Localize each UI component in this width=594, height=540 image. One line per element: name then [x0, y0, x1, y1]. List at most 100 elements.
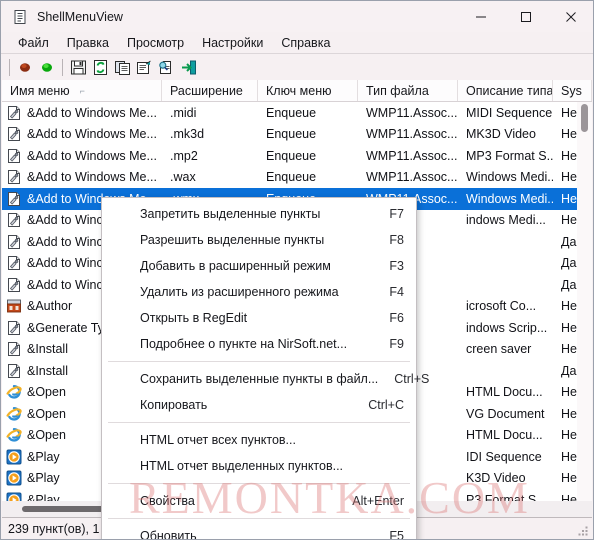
cell-text: Не	[561, 492, 577, 501]
cell-text: Да	[561, 363, 577, 378]
cell-text: WMP11.Assoc...	[366, 105, 458, 120]
column-label: Имя меню	[10, 83, 70, 98]
cell-text: Enqueue	[266, 127, 317, 142]
context-menu-item[interactable]: Добавить в расширенный режим F3	[102, 253, 416, 279]
table-cell-ext: .midi	[162, 106, 258, 120]
menu-help[interactable]: Справка	[272, 34, 339, 52]
cell-text: &Add to Windows Me...	[27, 105, 157, 120]
context-menu-item[interactable]: Свойства Alt+Enter	[102, 488, 416, 514]
media-play-icon	[6, 470, 22, 486]
cell-text: .mk3d	[170, 127, 205, 142]
cell-text: Да	[561, 277, 577, 292]
cell-text: Не	[561, 170, 577, 185]
table-cell-desc: MIDI Sequence	[458, 106, 553, 120]
cell-text: MK3D Video	[466, 127, 536, 142]
cell-text: &Add to Winc	[27, 234, 103, 249]
vertical-scrollbar-thumb[interactable]	[581, 104, 588, 132]
maximize-button[interactable]	[503, 1, 548, 32]
cell-text: indows Medi...	[466, 213, 546, 228]
table-cell-name: &Add to Windows Me...	[2, 105, 162, 121]
cell-text: Windows Medi...	[466, 191, 553, 206]
context-menu-item-accelerator: F9	[389, 337, 404, 351]
refresh-button[interactable]	[89, 57, 111, 77]
table-cell-desc: icrosoft Co...	[458, 299, 553, 313]
cell-text: Не	[561, 148, 577, 163]
menu-options[interactable]: Настройки	[193, 34, 272, 52]
context-menu-item[interactable]: Копировать Ctrl+C	[102, 392, 416, 418]
table-cell-key: Enqueue	[258, 106, 358, 120]
exit-button[interactable]	[177, 57, 199, 77]
properties-icon	[136, 59, 153, 76]
listview-header: Имя меню ⌐ Расширение Ключ меню Тип файл…	[2, 80, 592, 102]
column-header-sys[interactable]: Sys	[553, 80, 592, 101]
context-menu-item-accelerator: F3	[389, 259, 404, 273]
cell-text: &Install	[27, 363, 68, 378]
cell-text: Windows Medi...	[466, 170, 553, 185]
script-file-icon	[6, 234, 22, 250]
cell-text: Не	[561, 320, 577, 335]
cell-text: &Add to Windows Me...	[27, 127, 157, 142]
column-header-extension[interactable]: Расширение	[162, 80, 258, 101]
cell-text: creen saver	[466, 342, 532, 357]
script-file-icon	[6, 191, 22, 207]
cell-text: HTML Docu...	[466, 385, 543, 400]
menu-view[interactable]: Просмотр	[118, 34, 193, 52]
minimize-button[interactable]	[458, 1, 503, 32]
context-menu-item-label: Удалить из расширенного режима	[140, 285, 339, 299]
table-cell-filetype: WMP11.Assoc...	[358, 127, 458, 141]
table-cell-ext: .mp2	[162, 149, 258, 163]
properties-button[interactable]	[133, 57, 155, 77]
column-header-type-description[interactable]: Описание типа	[458, 80, 553, 101]
save-button[interactable]	[67, 57, 89, 77]
context-menu-item[interactable]: Сохранить выделенные пункты в файл... Ctr…	[102, 366, 429, 392]
context-menu-item[interactable]: Разрешить выделенные пункты F8	[102, 227, 416, 253]
table-row[interactable]: &Add to Windows Me... .midi Enqueue WMP11.A…	[2, 102, 592, 124]
column-header-menu-key[interactable]: Ключ меню	[258, 80, 358, 101]
script-file-icon	[6, 277, 22, 293]
context-menu-item[interactable]: Запретить выделенные пункты F7	[102, 201, 416, 227]
cell-text: Не	[561, 191, 577, 206]
column-header-file-type[interactable]: Тип файла	[358, 80, 458, 101]
copy-button[interactable]	[111, 57, 133, 77]
table-row[interactable]: &Add to Windows Me... .wax Enqueue WMP11.As…	[2, 167, 592, 189]
context-menu-item[interactable]: Удалить из расширенного режима F4	[102, 279, 416, 305]
table-cell-key: Enqueue	[258, 127, 358, 141]
copy-pages-icon	[114, 59, 131, 76]
context-menu-item[interactable]: Обновить F5	[102, 523, 416, 539]
close-button[interactable]	[548, 1, 593, 32]
report-search-icon	[158, 59, 175, 76]
enable-items-button[interactable]	[36, 57, 58, 77]
menu-edit[interactable]: Правка	[58, 34, 118, 52]
context-menu-item-accelerator: F8	[389, 233, 404, 247]
table-row[interactable]: &Add to Windows Me... .mp2 Enqueue WMP11.As…	[2, 145, 592, 167]
vertical-scrollbar[interactable]	[577, 102, 592, 501]
cell-text: MIDI Sequence	[466, 105, 553, 120]
context-menu-item[interactable]: Подробнее о пункте на NirSoft.net... F9	[102, 331, 416, 357]
html-report-button[interactable]	[155, 57, 177, 77]
table-cell-name: &Add to Windows Me...	[2, 148, 162, 164]
menu-file[interactable]: Файл	[9, 34, 58, 52]
table-cell-desc: IDI Sequence	[458, 450, 553, 464]
refresh-document-icon	[92, 59, 109, 76]
table-row[interactable]: &Add to Windows Me... .mk3d Enqueue WMP11.A…	[2, 124, 592, 146]
cell-text: &Play	[27, 471, 60, 486]
resize-grip-icon[interactable]	[577, 524, 589, 536]
context-menu-item-label: Свойства	[140, 494, 195, 508]
context-menu-item[interactable]: HTML отчет выделенных пунктов...	[102, 453, 416, 479]
cell-text: K3D Video	[466, 471, 526, 486]
cell-text: Не	[561, 449, 577, 464]
script-file-icon	[6, 148, 22, 164]
cell-text: MP3 Format S...	[466, 148, 553, 163]
title-bar: ShellMenuView	[1, 1, 593, 32]
toolbar-divider-1	[62, 58, 63, 76]
context-menu-item[interactable]: HTML отчет всех пунктов...	[102, 427, 416, 453]
disable-items-button[interactable]	[14, 57, 36, 77]
cell-text: &Add to Winc	[27, 213, 103, 228]
cell-text: VG Document	[466, 406, 545, 421]
cell-text: &Add to Windows Me...	[27, 148, 157, 163]
context-menu-item[interactable]: Открыть в RegEdit F6	[102, 305, 416, 331]
column-header-menu-name[interactable]: Имя меню ⌐	[2, 80, 162, 101]
cell-text: Не	[561, 406, 577, 421]
cell-text: &Open	[27, 428, 66, 443]
context-menu-separator	[108, 422, 410, 423]
